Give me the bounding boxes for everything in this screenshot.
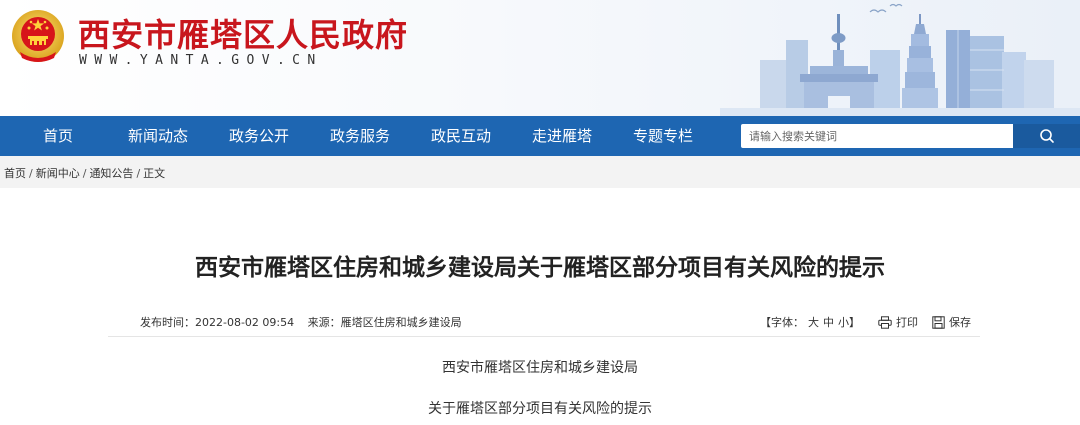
- nav-item-gov-affairs-open[interactable]: 政务公开: [227, 116, 291, 156]
- article-source: 雁塔区住房和城乡建设局: [340, 316, 462, 329]
- breadcrumb-separator: /: [29, 167, 33, 180]
- save-label: 保存: [949, 316, 971, 329]
- body-paragraph: 关于雁塔区部分项目有关风险的提示: [428, 401, 652, 417]
- font-size-label: 【字体：: [760, 316, 804, 329]
- nav-item-news[interactable]: 新闻动态: [126, 116, 190, 156]
- national-emblem-icon: [12, 10, 64, 62]
- nav-item-special-topics[interactable]: 专题专栏: [631, 116, 695, 156]
- breadcrumb: 首页 / 新闻中心 / 通知公告 / 正文: [4, 165, 165, 181]
- meta-divider: [108, 336, 980, 337]
- nav-item-home[interactable]: 首页: [38, 116, 78, 156]
- save-button[interactable]: 保存: [932, 314, 971, 330]
- nav-item-about-yanta[interactable]: 走进雁塔: [530, 116, 594, 156]
- article-title: 西安市雁塔区住房和城乡建设局关于雁塔区部分项目有关风险的提示: [195, 255, 885, 281]
- publish-time: 2022-08-02 09:54: [195, 316, 295, 329]
- nav-item-gov-services[interactable]: 政务服务: [328, 116, 392, 156]
- site-header: 西安市雁塔区人民政府 WWW.YANTA.GOV.CN: [0, 0, 1080, 116]
- source-label: 来源：: [307, 316, 341, 329]
- breadcrumb-separator: /: [82, 167, 87, 180]
- font-size-medium[interactable]: 中: [823, 314, 834, 330]
- breadcrumb-news-center[interactable]: 新闻中心: [36, 167, 80, 180]
- print-label: 打印: [896, 316, 918, 329]
- main-navigation: 首页 新闻动态 政务公开 政务服务 政民互动 走进雁塔 专题专栏: [0, 116, 1080, 156]
- font-size-large[interactable]: 大: [808, 314, 819, 330]
- font-size-small[interactable]: 小: [838, 314, 849, 330]
- printer-icon: [878, 315, 892, 329]
- nav-item-interaction[interactable]: 政民互动: [429, 116, 493, 156]
- save-icon: [932, 315, 945, 329]
- search-input[interactable]: [741, 124, 1013, 148]
- font-size-close: 】: [849, 316, 860, 329]
- article-meta: 发布时间：2022-08-02 09:54 来源：雁塔区住房和城乡建设局: [140, 314, 462, 330]
- search-button[interactable]: [1013, 124, 1080, 148]
- site-title[interactable]: 西安市雁塔区人民政府: [78, 10, 408, 56]
- breadcrumb-notices[interactable]: 通知公告: [89, 167, 133, 180]
- print-button[interactable]: 打印: [878, 314, 918, 330]
- breadcrumb-current: 正文: [143, 167, 166, 180]
- breadcrumb-bar: 首页 / 新闻中心 / 通知公告 / 正文: [0, 156, 1080, 188]
- breadcrumb-home[interactable]: 首页: [4, 167, 26, 180]
- search-icon: [1039, 129, 1054, 143]
- article-tools: 【字体： 大 中 小 】 打印 保存: [760, 314, 971, 330]
- site-domain: WWW.YANTA.GOV.CN: [79, 53, 323, 68]
- body-paragraph: 西安市雁塔区住房和城乡建设局: [442, 360, 638, 376]
- publish-time-label: 发布时间：: [140, 316, 195, 329]
- breadcrumb-separator: /: [136, 167, 141, 180]
- city-skyline-illustration: [720, 3, 1080, 116]
